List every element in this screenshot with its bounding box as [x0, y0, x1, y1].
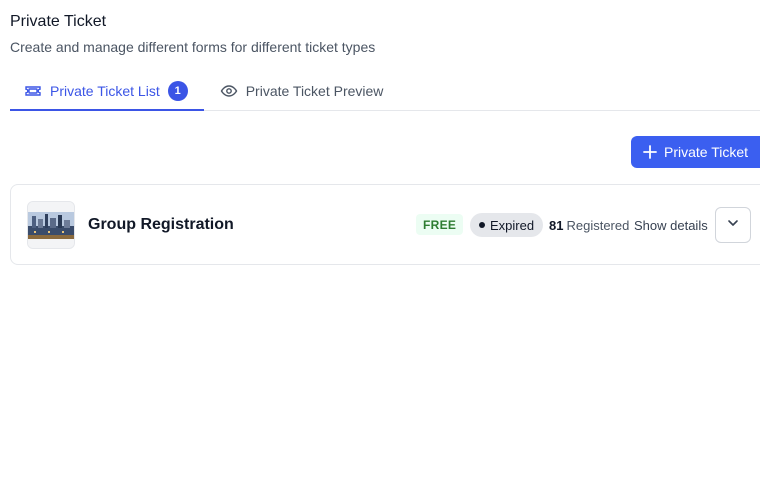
tab-label: Private Ticket List — [50, 83, 160, 99]
plus-icon — [643, 145, 657, 159]
chevron-down-icon — [726, 216, 740, 235]
status-badge: Expired — [470, 213, 544, 237]
registered-label: Registered — [566, 218, 630, 233]
registered-number: 81 — [549, 218, 564, 233]
tab-bar: Private Ticket List 1 Private Ticket Pre… — [10, 72, 760, 111]
tab-private-ticket-preview[interactable]: Private Ticket Preview — [204, 72, 400, 110]
ticket-card: Group Registration FREE Expired 81 Regist… — [10, 184, 760, 265]
price-badge: FREE — [416, 214, 464, 235]
ticket-icon — [24, 82, 42, 100]
tab-label: Private Ticket Preview — [245, 83, 384, 99]
page-subtitle: Create and manage different forms for di… — [10, 39, 376, 55]
event-image — [27, 201, 75, 249]
status-label: Expired — [490, 217, 535, 233]
show-details-link[interactable]: Show details — [634, 218, 708, 233]
tab-private-ticket-list[interactable]: Private Ticket List 1 — [10, 72, 204, 111]
eye-icon — [220, 82, 238, 100]
private-ticket-page: Private Ticket Create and manage differe… — [0, 0, 760, 480]
status-dot-icon — [479, 222, 485, 228]
add-private-ticket-button[interactable]: Private Ticket — [631, 136, 760, 168]
ticket-name: Group Registration — [88, 216, 234, 233]
tab-count-badge: 1 — [167, 81, 188, 101]
add-button-label: Private Ticket — [664, 144, 749, 160]
expand-button[interactable] — [715, 207, 751, 243]
page-title: Private Ticket — [10, 13, 107, 30]
registered-count: 81 Registered — [549, 218, 629, 233]
